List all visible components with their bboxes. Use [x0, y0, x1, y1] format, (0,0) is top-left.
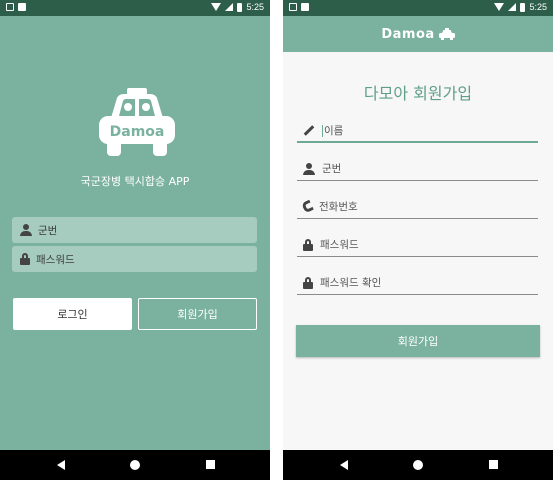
- app-bar: Damoa: [283, 16, 553, 52]
- status-time: 5:25: [246, 2, 264, 12]
- person-icon: [303, 162, 315, 175]
- sd-card-icon: [301, 3, 309, 11]
- lock-icon: [303, 276, 313, 289]
- signal-icon: [508, 3, 517, 11]
- name-placeholder: 이름: [324, 124, 344, 137]
- notification-icon: [6, 3, 14, 11]
- phone-number-field[interactable]: 전화번호: [297, 195, 538, 219]
- password-placeholder: 패스워드: [36, 253, 75, 266]
- signup-screen: 5:25 Damoa 다모아 회원가입 이름 군번 전화번호 패스워드 패스워드…: [283, 0, 553, 480]
- pencil-icon: [303, 124, 315, 136]
- service-number-placeholder: 군번: [38, 224, 58, 237]
- phone-number-placeholder: 전화번호: [319, 201, 358, 213]
- app-bar-title: Damoa: [381, 26, 435, 42]
- app-subtitle: 국군장병 택시합승 APP: [80, 175, 190, 188]
- password-placeholder: 패스워드: [320, 239, 359, 251]
- signal-icon: [225, 3, 234, 11]
- back-icon[interactable]: [340, 460, 348, 470]
- recent-apps-icon[interactable]: [489, 460, 498, 469]
- login-password-field[interactable]: 패스워드: [12, 246, 257, 272]
- taxi-logo-icon: Damoa: [99, 88, 175, 156]
- person-icon: [20, 224, 32, 236]
- status-bar: 5:25: [0, 0, 270, 16]
- status-time: 5:25: [529, 2, 547, 12]
- lock-icon: [20, 253, 30, 265]
- damoa-logo: Damoa: [97, 88, 177, 160]
- recent-apps-icon[interactable]: [206, 460, 215, 469]
- service-number-placeholder: 군번: [322, 163, 342, 175]
- wifi-icon: [211, 3, 222, 11]
- notification-icon: [289, 3, 297, 11]
- login-service-number-field[interactable]: 군번: [12, 217, 257, 243]
- phone-icon: [301, 199, 314, 214]
- name-field[interactable]: 이름: [297, 119, 538, 143]
- sd-card-icon: [18, 3, 26, 11]
- back-icon[interactable]: [57, 460, 65, 470]
- signup-button[interactable]: 회원가입: [138, 298, 257, 330]
- nav-bar: [283, 450, 553, 480]
- password-confirm-placeholder: 패스워드 확인: [320, 277, 382, 289]
- service-number-field[interactable]: 군번: [297, 157, 538, 181]
- battery-icon: [520, 2, 526, 12]
- signup-form-title: 다모아 회원가입: [363, 84, 473, 103]
- password-field[interactable]: 패스워드: [297, 233, 538, 257]
- nav-bar: [0, 450, 270, 480]
- status-bar: 5:25: [283, 0, 553, 16]
- home-icon[interactable]: [130, 460, 140, 470]
- home-icon[interactable]: [413, 460, 423, 470]
- battery-icon: [237, 2, 243, 12]
- text-cursor: [322, 124, 323, 137]
- signup-submit-button[interactable]: 회원가입: [296, 325, 540, 357]
- wifi-icon: [494, 3, 505, 11]
- logo-text: Damoa: [110, 124, 165, 140]
- password-confirm-field[interactable]: 패스워드 확인: [297, 271, 538, 295]
- taxi-icon: [438, 28, 455, 40]
- lock-icon: [303, 238, 313, 251]
- login-button[interactable]: 로그인: [13, 298, 132, 330]
- login-screen: 5:25 Damoa 국군장병 택시합승 APP 군번 패스워드 로그인 회원가…: [0, 0, 270, 480]
